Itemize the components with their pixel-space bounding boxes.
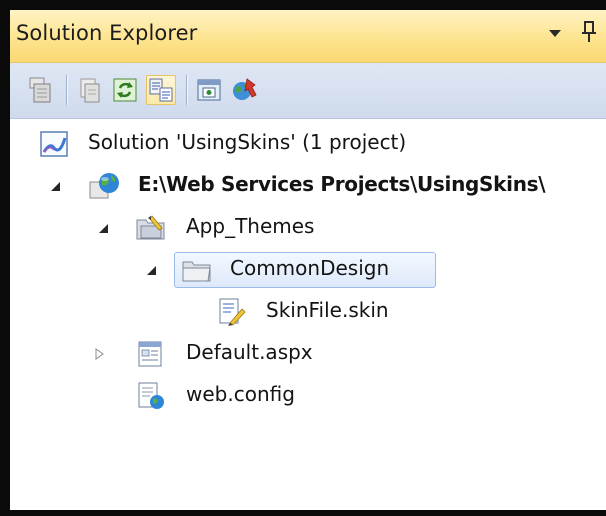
view-code-button[interactable] (146, 75, 176, 105)
tree-node-label: Default.aspx (186, 340, 313, 364)
view-designer-icon (197, 79, 221, 101)
expand-arrow-icon[interactable] (92, 346, 106, 360)
tree-node-common-design[interactable]: CommonDesign (130, 252, 470, 288)
tree-node-skin-file[interactable]: SkinFile.skin (210, 294, 450, 330)
solution-tree: Solution 'UsingSkins' (1 project) E:\Web… (10, 120, 606, 510)
tree-node-web-config[interactable]: web.config (82, 378, 382, 414)
solution-explorer-window: Solution Explorer Solution 'UsingSkins' … (0, 0, 606, 516)
skin-file-icon (216, 296, 250, 328)
properties-icon (80, 78, 100, 103)
aspx-page-icon (134, 338, 168, 370)
toolbar-separator (186, 75, 188, 105)
collapse-arrow-icon[interactable] (144, 262, 158, 276)
copy-website-button[interactable] (230, 75, 260, 105)
tree-node-project[interactable]: E:\Web Services Projects\UsingSkins\ (34, 168, 606, 204)
title-bar: Solution Explorer (10, 10, 606, 63)
tree-node-label: CommonDesign (230, 256, 390, 280)
tree-node-app-themes[interactable]: App_Themes (82, 210, 482, 246)
tree-node-label: web.config (186, 382, 295, 406)
solution-icon (38, 128, 72, 160)
web-project-icon (88, 170, 122, 202)
pin-icon (582, 21, 596, 42)
view-designer-button[interactable] (194, 75, 224, 105)
tree-node-label: Solution 'UsingSkins' (1 project) (88, 130, 407, 154)
dropdown-arrow-icon (549, 30, 561, 37)
tree-node-solution[interactable]: Solution 'UsingSkins' (1 project) (34, 126, 594, 162)
view-code-icon (149, 78, 173, 102)
collapse-arrow-icon[interactable] (96, 220, 110, 234)
copy-website-icon (233, 78, 257, 100)
properties-button[interactable] (74, 75, 104, 105)
tree-node-label: SkinFile.skin (266, 298, 389, 322)
auto-hide-pin-button[interactable] (578, 18, 600, 46)
tree-node-label: App_Themes (186, 214, 315, 238)
folder-icon (180, 254, 214, 286)
show-all-files-icon (29, 77, 51, 103)
collapse-arrow-icon[interactable] (48, 178, 62, 192)
config-file-icon (134, 380, 168, 412)
show-all-files-button[interactable] (26, 75, 56, 105)
refresh-icon (113, 78, 137, 102)
toolbar-separator (66, 75, 68, 105)
tree-node-label: E:\Web Services Projects\UsingSkins\ (138, 172, 546, 196)
tree-node-default-aspx[interactable]: Default.aspx (82, 336, 382, 372)
refresh-button[interactable] (110, 75, 140, 105)
toolbar (10, 63, 606, 119)
window-title: Solution Explorer (16, 21, 198, 45)
themes-folder-icon (134, 212, 168, 244)
window-position-dropdown-button[interactable] (544, 18, 566, 46)
